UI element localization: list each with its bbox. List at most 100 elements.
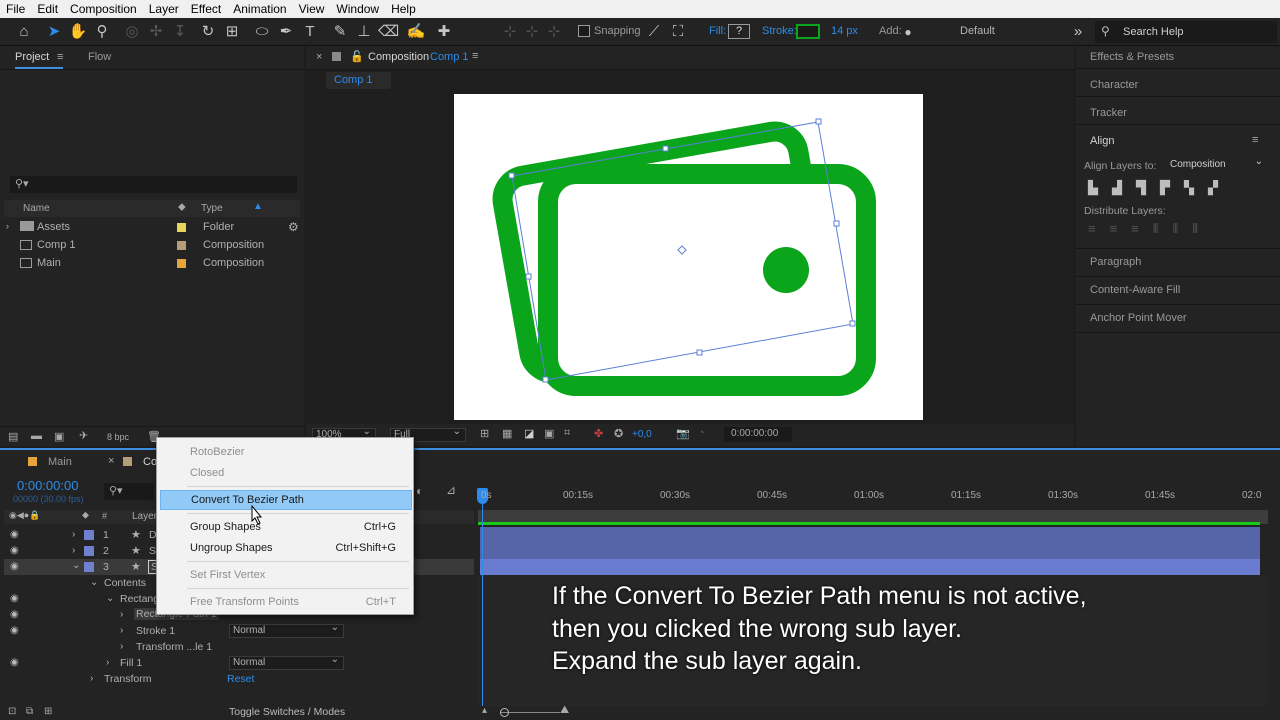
- snap-options-icon[interactable]: ⟋: [644, 22, 664, 42]
- list-item[interactable]: › Assets Folder ⚙: [6, 219, 299, 237]
- label-swatch[interactable]: [84, 562, 94, 572]
- collapse-arrow-icon[interactable]: ⌄: [90, 577, 98, 588]
- render-queue-icon[interactable]: ✈: [79, 429, 88, 442]
- current-time-display[interactable]: 0:00:00:00: [724, 427, 792, 442]
- layer-bar[interactable]: [480, 543, 1260, 559]
- layer-bar[interactable]: [480, 527, 1260, 543]
- hand-tool-icon[interactable]: ✋: [68, 22, 88, 42]
- sort-up-icon[interactable]: ▲: [253, 201, 263, 212]
- new-folder-icon[interactable]: ▬: [31, 430, 42, 442]
- composition-canvas[interactable]: [454, 94, 923, 420]
- reset-link[interactable]: Reset: [227, 673, 254, 685]
- wallet-dot-shape[interactable]: [763, 247, 809, 293]
- hierarchy-icon[interactable]: ⚙: [288, 220, 299, 234]
- menu-item-rotobezier[interactable]: RotoBezier: [160, 442, 412, 462]
- wallet-shape[interactable]: [454, 94, 923, 420]
- expand-arrow-icon[interactable]: ›: [6, 221, 9, 231]
- snapshot-icon[interactable]: 📷: [676, 427, 690, 440]
- label-swatch[interactable]: [177, 223, 186, 232]
- axis-world-icon[interactable]: ⊹: [522, 22, 542, 42]
- menu-item-ungroup-shapes[interactable]: Ungroup Shapes Ctrl+Shift+G: [160, 538, 412, 558]
- expand-arrow-icon[interactable]: ›: [120, 641, 123, 652]
- table-row[interactable]: ◉ › Stroke 1 Normal: [4, 622, 474, 639]
- frame-blend-icon[interactable]: ⊞: [44, 706, 52, 717]
- selection-tool-icon[interactable]: ➤: [44, 22, 64, 42]
- ellipse-tool-icon[interactable]: ⬭: [252, 22, 272, 42]
- pan-tool-icon[interactable]: ✢: [146, 22, 166, 42]
- visibility-eye-icon[interactable]: ◉: [10, 658, 20, 668]
- expand-arrow-icon[interactable]: ›: [72, 529, 75, 540]
- expand-arrow-icon[interactable]: ›: [90, 673, 93, 684]
- collapse-arrow-icon[interactable]: ⌄: [72, 560, 80, 571]
- zoom-slider[interactable]: [500, 712, 560, 713]
- lock-icon[interactable]: 🔓: [350, 50, 364, 63]
- panel-menu-icon[interactable]: ≡: [472, 50, 478, 62]
- menu-composition[interactable]: Composition: [64, 2, 143, 16]
- menu-item-group-shapes[interactable]: Group Shapes Ctrl+G: [160, 517, 412, 537]
- effects-presets-panel[interactable]: Effects & Presets: [1090, 51, 1174, 63]
- menu-item-convert-to-bezier-path[interactable]: Convert To Bezier Path: [160, 490, 412, 510]
- eraser-tool-icon[interactable]: ⌫: [378, 22, 399, 42]
- motion-blur-icon[interactable]: ◐: [416, 484, 423, 498]
- align-target-dropdown[interactable]: Composition: [1166, 156, 1268, 172]
- puppet-tool-icon[interactable]: ✚: [434, 22, 454, 42]
- align-panel-title[interactable]: Align: [1090, 135, 1114, 147]
- menu-layer[interactable]: Layer: [143, 2, 185, 16]
- rotate-tool-icon[interactable]: ↻: [198, 22, 218, 42]
- path-vertex[interactable]: [815, 118, 822, 125]
- type-tool-icon[interactable]: T: [300, 22, 320, 42]
- menu-help[interactable]: Help: [385, 2, 422, 16]
- axis-local-icon[interactable]: ⊹: [500, 22, 520, 42]
- table-row[interactable]: ◉ › Fill 1 Normal: [4, 654, 474, 671]
- clone-stamp-tool-icon[interactable]: ⊥: [354, 22, 374, 42]
- visibility-eye-icon[interactable]: ◉: [10, 546, 20, 556]
- region-of-interest-icon[interactable]: ⊞: [480, 427, 489, 440]
- dolly-tool-icon[interactable]: ↧: [170, 22, 190, 42]
- zoom-in-icon[interactable]: ⛰: [560, 704, 569, 717]
- comp-flowchart-icon[interactable]: ⊡: [8, 706, 16, 717]
- render-time-icon[interactable]: ⧉: [26, 706, 33, 717]
- zoom-slider-knob[interactable]: [500, 708, 509, 717]
- table-row[interactable]: › Transform ...le 1: [4, 639, 474, 655]
- anchor-point-mover-panel[interactable]: Anchor Point Mover: [1090, 312, 1187, 324]
- stroke-label[interactable]: Stroke:: [762, 25, 797, 37]
- wallet-body-shape[interactable]: [538, 164, 876, 396]
- show-snapshot-icon[interactable]: ◔: [698, 427, 705, 439]
- character-panel[interactable]: Character: [1090, 79, 1138, 91]
- fill-label[interactable]: Fill 1: [120, 657, 142, 669]
- menu-item-set-first-vertex[interactable]: Set First Vertex: [160, 565, 412, 585]
- list-item[interactable]: Main Composition: [6, 255, 288, 273]
- path-vertex[interactable]: [662, 145, 669, 152]
- layer-bar[interactable]: [480, 559, 1260, 575]
- add-icon[interactable]: ●: [898, 22, 918, 42]
- rectangle-group-label[interactable]: Rectang: [120, 593, 159, 605]
- label-swatch[interactable]: [177, 241, 186, 250]
- menu-item-free-transform-points[interactable]: Free Transform Points Ctrl+T: [160, 592, 412, 612]
- toggle-switches-modes[interactable]: Toggle Switches / Modes: [229, 706, 345, 718]
- stroke-swatch[interactable]: [796, 24, 820, 39]
- visibility-eye-icon[interactable]: ◉: [10, 626, 20, 636]
- work-area-range[interactable]: [478, 522, 1260, 525]
- orbit-tool-icon[interactable]: ◎: [122, 22, 142, 42]
- fill-swatch[interactable]: ?: [728, 24, 750, 39]
- snap-target-icon[interactable]: ⛶: [668, 22, 688, 42]
- safe-margins-icon[interactable]: ⌗: [564, 427, 570, 440]
- workspace-overflow-icon[interactable]: »: [1068, 22, 1088, 42]
- visibility-eye-icon[interactable]: ◉: [10, 530, 20, 540]
- expand-arrow-icon[interactable]: ›: [106, 657, 109, 668]
- stroke-blend-mode-dropdown[interactable]: Normal: [229, 622, 344, 638]
- label-swatch[interactable]: [177, 259, 186, 268]
- expand-arrow-icon[interactable]: ›: [120, 625, 123, 636]
- workspace-label[interactable]: Default: [960, 25, 995, 37]
- label-swatch[interactable]: [84, 546, 94, 556]
- new-composition-icon[interactable]: ▣: [54, 430, 64, 443]
- stroke-width-value[interactable]: 14 px: [831, 25, 858, 37]
- contents-label[interactable]: Contents: [104, 577, 146, 589]
- distribute-buttons[interactable]: ≡≡≡⦀⦀⦀: [1088, 221, 1268, 237]
- expand-arrow-icon[interactable]: ›: [72, 545, 75, 556]
- fill-label[interactable]: Fill:: [709, 25, 726, 37]
- visibility-eye-icon[interactable]: ◉: [10, 562, 20, 572]
- list-item[interactable]: Comp 1 Composition: [6, 237, 288, 255]
- interpret-footage-icon[interactable]: ▤: [8, 430, 18, 443]
- transform-label[interactable]: Transform: [104, 673, 151, 685]
